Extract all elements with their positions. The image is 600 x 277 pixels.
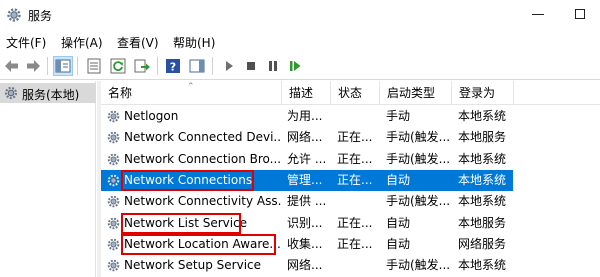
column-header-name[interactable]: 名称 ⌃ <box>101 81 282 105</box>
service-startup-type: 自动 <box>386 215 411 230</box>
svg-text:?: ? <box>170 61 176 74</box>
service-status <box>337 191 379 212</box>
menu-help[interactable]: 帮助(H) <box>173 34 215 51</box>
column-header-description[interactable]: 描述 <box>282 81 331 105</box>
service-startup-type: 自动 <box>386 236 411 251</box>
service-logon-as: 本地系统 <box>458 109 507 123</box>
services-gear-icon <box>7 8 21 22</box>
service-startup-type: 手动(触发... <box>386 194 451 209</box>
service-gear-icon <box>107 217 120 229</box>
console-tree: 服务(本地) <box>0 81 96 277</box>
list-header: 名称 ⌃ 描述 状态 启动类型 登录为 <box>101 81 600 105</box>
service-status: 正在... <box>337 172 373 187</box>
services-list: 名称 ⌃ 描述 状态 启动类型 登录为 Netlogon 为用... 手动 本地系统 N… <box>101 81 600 277</box>
column-header-label: 名称 <box>108 86 133 100</box>
service-row[interactable]: Network Location Aware... 收集... 正在... 自动 网络服… <box>101 234 513 255</box>
help-icon[interactable]: ? <box>164 57 182 75</box>
service-name: Network Setup Service <box>124 258 262 273</box>
menu-action[interactable]: 操作(A) <box>61 34 103 51</box>
refresh-icon[interactable] <box>109 57 127 75</box>
service-gear-icon <box>107 174 120 187</box>
menu-file[interactable]: 文件(F) <box>6 34 46 51</box>
toolbar-separator <box>77 57 78 75</box>
service-gear-icon <box>107 238 120 251</box>
service-startup-type: 手动(触发... <box>386 258 451 273</box>
service-gear-icon <box>107 131 120 144</box>
column-header-startup-type[interactable]: 启动类型 <box>380 81 452 105</box>
service-description: 为用... <box>287 109 323 123</box>
service-gear-icon <box>107 153 120 165</box>
service-name: Network Location Aware... <box>124 236 281 251</box>
toolbar: ? <box>0 52 600 80</box>
service-description: 管理... <box>287 172 323 187</box>
service-status: 正在... <box>337 130 373 145</box>
service-logon-as: 网络服务 <box>458 236 507 251</box>
service-row[interactable]: Network List Service 识别... 正在... 自动 本地服务 <box>101 213 513 234</box>
window-title: 服务 <box>28 9 53 23</box>
menu-bar: 文件(F) 操作(A) 查看(V) 帮助(H) <box>0 30 600 52</box>
toolbar-separator <box>47 57 48 75</box>
service-status: 正在... <box>337 215 373 230</box>
service-logon-as: 本地系统 <box>458 172 507 187</box>
service-row[interactable]: Network Setup Service 网络... 手动(触发... 本地系统 <box>101 255 513 276</box>
minimize-button[interactable] <box>518 0 558 30</box>
service-status: 正在... <box>337 151 373 166</box>
forward-arrow-icon[interactable] <box>24 57 42 75</box>
service-name: Network Connections <box>124 172 253 187</box>
service-status <box>337 106 379 127</box>
service-startup-type: 手动 <box>386 109 411 123</box>
service-row[interactable]: Network Connection Bro... 允许 ... 正在... 手动(触… <box>101 149 513 170</box>
service-startup-type: 手动(触发... <box>386 151 451 166</box>
service-gear-icon <box>107 195 120 208</box>
resume-service-icon[interactable] <box>286 57 304 75</box>
service-description: 网络... <box>287 130 323 145</box>
service-logon-as: 本地服务 <box>458 215 507 230</box>
sort-ascending-icon: ⌃ <box>187 82 195 92</box>
service-logon-as: 本地系统 <box>458 151 507 166</box>
start-service-icon[interactable] <box>220 57 238 75</box>
service-description: 网络... <box>287 258 323 273</box>
service-name: Netlogon <box>124 109 179 123</box>
service-gear-icon <box>107 110 120 123</box>
properties-icon[interactable] <box>85 57 103 75</box>
service-status <box>337 255 379 276</box>
action-pane-icon[interactable] <box>188 57 206 75</box>
service-name: Network Connection Bro... <box>124 151 282 166</box>
pause-service-icon[interactable] <box>264 57 282 75</box>
column-header-logon-as[interactable]: 登录为 <box>452 81 514 105</box>
service-description: 收集... <box>287 236 323 251</box>
toolbar-separator <box>212 57 213 75</box>
maximize-button[interactable] <box>560 0 600 30</box>
toolbar-separator <box>157 57 158 75</box>
service-startup-type: 自动 <box>386 172 411 187</box>
title-bar: 服务 <box>0 0 600 30</box>
service-gear-icon <box>107 259 120 272</box>
service-row[interactable]: Network Connectivity Ass... 提供 ... 手动(触发..… <box>101 191 513 212</box>
menu-view[interactable]: 查看(V) <box>117 34 159 51</box>
tree-item-label: 服务(本地) <box>22 88 80 102</box>
export-list-icon[interactable] <box>133 57 151 75</box>
column-header-status[interactable]: 状态 <box>331 81 380 105</box>
service-row[interactable]: Network Connected Devi... 网络... 正在... 手动(触发… <box>101 127 513 148</box>
minimize-icon <box>532 14 544 15</box>
service-name: Network Connected Devi... <box>124 130 282 145</box>
stop-service-icon[interactable] <box>242 57 260 75</box>
service-logon-as: 本地系统 <box>458 258 507 273</box>
tree-item-services-local[interactable]: 服务(本地) <box>0 83 96 103</box>
service-row[interactable]: Netlogon 为用... 手动 本地系统 <box>101 106 513 127</box>
service-description: 允许 ... <box>287 151 327 166</box>
show-hide-tree-icon[interactable] <box>53 56 73 76</box>
maximize-icon <box>575 9 585 19</box>
back-arrow-icon[interactable] <box>3 57 21 75</box>
service-name: Network List Service <box>124 215 248 230</box>
service-logon-as: 本地系统 <box>458 194 507 209</box>
service-startup-type: 手动(触发... <box>386 130 451 145</box>
service-description: 识别... <box>287 215 323 230</box>
service-logon-as: 本地服务 <box>458 130 507 145</box>
service-name: Network Connectivity Ass... <box>124 194 282 209</box>
services-gear-icon <box>4 86 18 100</box>
service-status: 正在... <box>337 236 373 251</box>
service-row[interactable]: Network Connections 管理... 正在... 自动 本地系统 <box>101 169 513 191</box>
service-description: 提供 ... <box>287 194 327 209</box>
